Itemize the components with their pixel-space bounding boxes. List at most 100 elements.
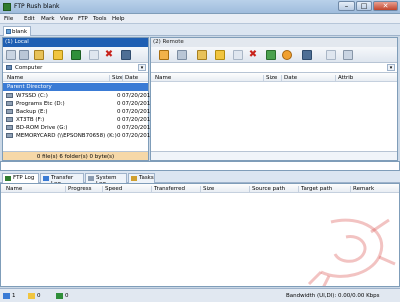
active-count: 0 — [65, 293, 69, 299]
parent-directory-label: Parent Directory — [7, 84, 52, 90]
column-target-path[interactable]: Target path — [298, 186, 350, 193]
column-progress[interactable]: Progress — [65, 186, 102, 193]
column-name[interactable]: Name — [153, 75, 253, 82]
computer-icon[interactable] — [19, 50, 29, 60]
column-name[interactable]: Name — [4, 186, 64, 193]
item-size: 0 — [117, 101, 121, 107]
remote-summary — [151, 151, 397, 160]
new-folder-icon[interactable] — [53, 50, 63, 60]
column-transferred[interactable]: Transferred — [151, 186, 199, 193]
item-size: 0 — [117, 93, 121, 99]
column-speed[interactable]: Speed — [102, 186, 150, 193]
item-name: Backup (E:) — [16, 109, 48, 115]
drive-icon — [6, 101, 13, 106]
item-date: 07/20/2013 — [122, 109, 154, 115]
log-tab-strip: FTP Log Transfer Log System Log Tasks — [0, 171, 400, 187]
chevron-down-icon[interactable]: ▾ — [387, 64, 395, 71]
new-folder-icon[interactable] — [215, 50, 225, 60]
download-icon[interactable] — [266, 50, 276, 60]
column-size[interactable]: Size — [200, 186, 248, 193]
local-column-header: Name Size Date — [3, 73, 148, 82]
remote-path-bar[interactable]: ▾ — [151, 63, 397, 73]
play-icon[interactable] — [233, 50, 243, 60]
item-name: MEMORYCARD (\\EPSONB70658) (K:) — [16, 133, 117, 139]
refresh-icon[interactable] — [71, 50, 81, 60]
tab-transfer-log[interactable]: Transfer Log — [40, 173, 84, 187]
column-attrib[interactable]: Attrib — [335, 75, 375, 82]
session-tab-label: blank — [12, 29, 28, 35]
minimize-button[interactable]: – — [338, 1, 355, 11]
close-button[interactable]: ✕ — [373, 1, 398, 11]
folder-up-icon[interactable] — [34, 50, 44, 60]
delete-icon[interactable]: ✖ — [248, 50, 258, 60]
command-input[interactable] — [0, 161, 400, 171]
delete-icon[interactable]: ✖ — [104, 50, 114, 60]
menu-bar: File Edit Mark View FTP Tools Help — [0, 14, 400, 24]
column-size[interactable]: Size — [109, 75, 123, 82]
tab-ftp-log[interactable]: FTP Log — [2, 173, 39, 183]
view-options-icon[interactable] — [121, 50, 131, 60]
menu-view[interactable]: View — [60, 16, 73, 22]
local-toolbar: ✖ — [3, 47, 148, 63]
remote-pane-header[interactable]: (2) Remote — [151, 38, 397, 47]
item-date: 07/20/2013 — [122, 101, 154, 107]
ftp-log-icon — [5, 176, 11, 181]
view-options-icon[interactable] — [302, 50, 312, 60]
tab-tasks[interactable]: Tasks — [128, 173, 155, 183]
queue-count: 1 — [12, 293, 16, 299]
session-tab-blank[interactable]: blank — [3, 26, 31, 36]
queue-column-header: Name Progress Speed Transferred Size Sou… — [1, 184, 399, 193]
status-icon[interactable] — [282, 50, 292, 60]
remote-pane: (2) Remote ✖ ▾ Name Size Date Attrib — [150, 37, 398, 161]
item-size: 0 — [117, 117, 121, 123]
folder-count-icon — [28, 293, 35, 299]
dragon-watermark — [307, 218, 396, 286]
drive-icon — [6, 109, 13, 114]
list-item[interactable]: Backup (E:) 0 07/20/2013 — [3, 108, 154, 116]
column-remark[interactable]: Remark — [350, 186, 398, 193]
window-title: FTP Rush blank — [14, 3, 60, 10]
menu-tools[interactable]: Tools — [93, 16, 107, 22]
queue-icon[interactable] — [343, 50, 353, 60]
local-pane-header[interactable]: (1) Local — [3, 38, 148, 47]
folder-up-icon[interactable] — [197, 50, 207, 60]
item-name: W7SSD (C:) — [16, 93, 48, 99]
ftp-rush-app-icon — [3, 3, 11, 11]
local-pane: (1) Local ✖ Computer ▾ Name Size Date Pa… — [2, 37, 154, 161]
item-size: 0 — [117, 109, 121, 115]
local-path-bar[interactable]: Computer ▾ — [3, 63, 148, 73]
list-item[interactable]: MEMORYCARD (\\EPSONB70658) (K:) 0 07/20/… — [3, 132, 154, 140]
local-path-text: Computer — [15, 65, 43, 71]
item-date: 07/20/2013 — [122, 117, 154, 123]
transfer-right-icon[interactable] — [326, 50, 336, 60]
column-name[interactable]: Name — [5, 75, 105, 82]
connect-icon[interactable] — [159, 50, 169, 60]
tab-system-log[interactable]: System Log — [85, 173, 127, 187]
menu-mark[interactable]: Mark — [41, 16, 55, 22]
menu-file[interactable]: File — [4, 16, 13, 22]
column-date[interactable]: Date — [122, 75, 148, 82]
menu-edit[interactable]: Edit — [24, 16, 35, 22]
drive-icon[interactable] — [6, 50, 16, 60]
tab-ftp-log-label: FTP Log — [13, 175, 35, 181]
list-item[interactable]: W7SSD (C:) 0 07/20/2013 — [3, 92, 154, 100]
list-item[interactable]: XT3TB (F:) 0 07/20/2013 — [3, 116, 154, 124]
column-size[interactable]: Size — [263, 75, 277, 82]
item-size: 0 — [117, 133, 121, 139]
item-date: 07/20/2013 — [122, 133, 154, 139]
list-item[interactable]: BD-ROM Drive (G:) 0 07/20/2013 — [3, 124, 154, 132]
list-item[interactable]: Parent Directory — [3, 83, 148, 91]
optical-drive-icon — [6, 125, 13, 130]
menu-help[interactable]: Help — [112, 16, 125, 22]
maximize-button[interactable]: □ — [356, 1, 372, 11]
chevron-down-icon[interactable]: ▾ — [138, 64, 146, 71]
transfer-queue[interactable]: Name Progress Speed Transferred Size Sou… — [0, 183, 400, 287]
session-tab-strip: blank — [0, 24, 400, 36]
menu-ftp[interactable]: FTP — [78, 16, 88, 22]
column-date[interactable]: Date — [281, 75, 321, 82]
list-item[interactable]: Programs Etc (D:) 0 07/20/2013 — [3, 100, 154, 108]
item-size: 0 — [117, 125, 121, 131]
column-source-path[interactable]: Source path — [249, 186, 297, 193]
disconnect-icon[interactable] — [177, 50, 187, 60]
play-icon[interactable] — [89, 50, 99, 60]
